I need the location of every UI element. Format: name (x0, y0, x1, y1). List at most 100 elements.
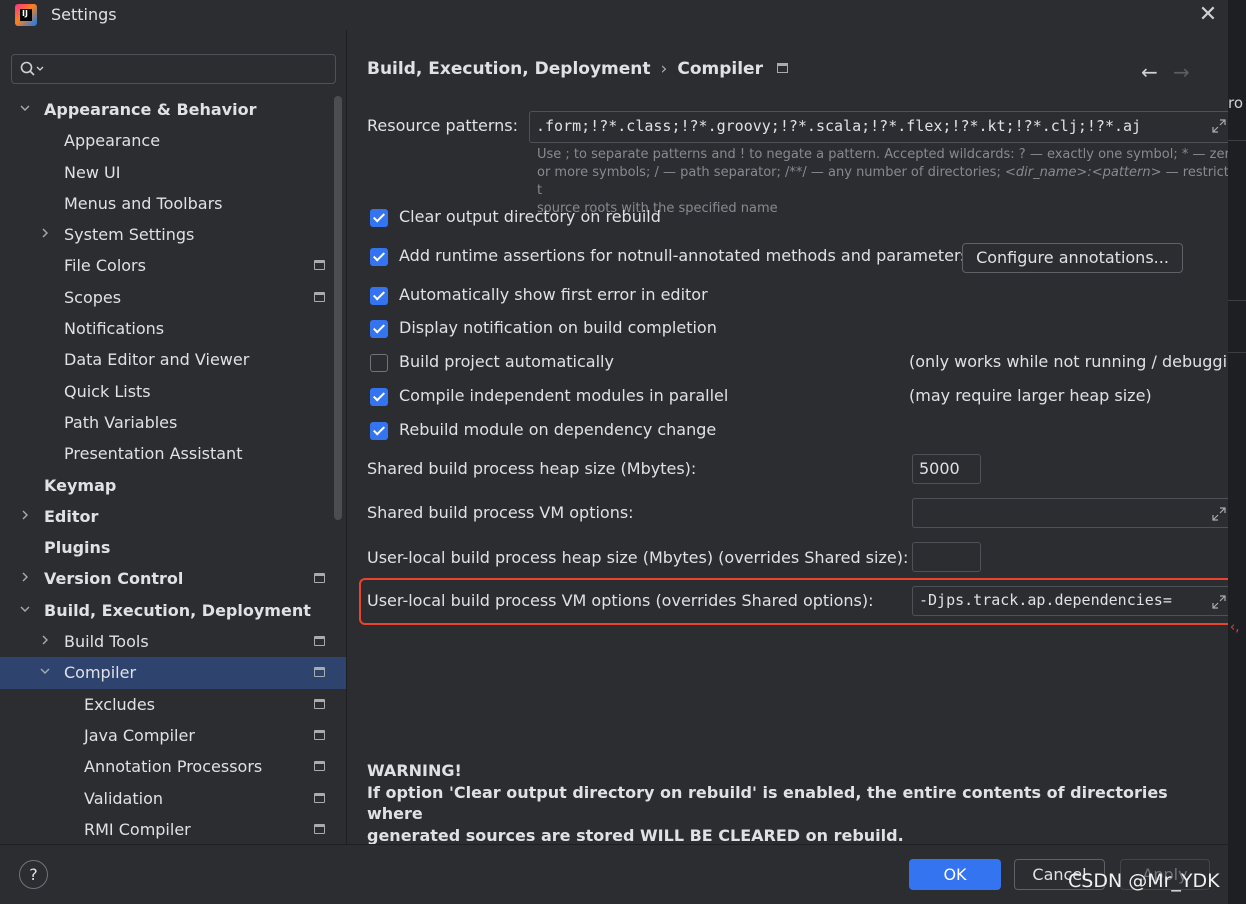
sidebar-item-java-compiler[interactable]: Java Compiler (0, 720, 346, 751)
project-scope-icon (314, 823, 325, 834)
settings-sidebar: Appearance & Behavior Appearance New UI Men… (0, 40, 346, 844)
sidebar-item-label: Version Control (44, 569, 184, 589)
expand-field-icon[interactable] (1211, 118, 1227, 134)
chevron-right-icon[interactable] (18, 563, 32, 594)
settings-search-box[interactable] (11, 54, 336, 84)
project-scope-icon (314, 792, 325, 803)
configure-annotations-button[interactable]: Configure annotations... (962, 243, 1183, 273)
sidebar-item-excludes[interactable]: Excludes (0, 689, 346, 720)
chevron-down-icon[interactable] (18, 595, 32, 626)
runtime-assertions-checkbox[interactable] (370, 248, 388, 266)
chevron-right-icon[interactable] (38, 219, 52, 250)
project-scope-icon (314, 698, 325, 709)
sidebar-item-data-editor-and-viewer[interactable]: Data Editor and Viewer (0, 344, 346, 375)
user-heap-label: User-local build process heap size (Mbyt… (367, 548, 909, 567)
search-options-chevron-icon[interactable] (36, 66, 44, 72)
sidebar-item-keymap[interactable]: Keymap (0, 470, 346, 501)
shared-heap-value: 5000 (919, 459, 960, 478)
title-bar: IJ Settings ✕ (0, 0, 1228, 30)
help-button[interactable]: ? (19, 860, 48, 889)
chevron-down-icon[interactable] (38, 657, 52, 688)
project-scope-icon (314, 573, 325, 584)
sidebar-item-build-tools[interactable]: Build Tools (0, 626, 346, 657)
rebuild-on-dependency-checkbox[interactable] (370, 422, 388, 440)
user-vm-label: User-local build process VM options (ove… (367, 591, 874, 610)
parallel-compile-checkbox[interactable] (370, 388, 388, 406)
sidebar-item-label: Appearance (64, 131, 161, 151)
warning-line-1: If option 'Clear output directory on reb… (367, 782, 1168, 824)
build-notification-checkbox[interactable] (370, 320, 388, 338)
sidebar-item-label: Compiler (64, 663, 137, 683)
sidebar-item-label: Excludes (84, 694, 156, 714)
settings-search-input[interactable] (48, 59, 328, 79)
breadcrumb-current: Compiler (677, 59, 763, 79)
sidebar-item-version-control[interactable]: Version Control (0, 563, 346, 594)
ok-button[interactable]: OK (909, 859, 1001, 890)
build-automatically-checkbox[interactable] (370, 354, 388, 372)
sidebar-item-validation[interactable]: Validation (0, 783, 346, 814)
sidebar-item-build-execution-deployment[interactable]: Build, Execution, Deployment (0, 595, 346, 626)
clear-output-label: Clear output directory on rebuild (399, 207, 661, 226)
sidebar-item-rmi-compiler[interactable]: RMI Compiler (0, 814, 346, 845)
breadcrumb: Build, Execution, Deployment › Compiler (367, 59, 788, 79)
show-first-error-checkbox[interactable] (370, 287, 388, 305)
user-vm-field[interactable]: -Djps.track.ap.dependencies= (912, 586, 1228, 616)
sidebar-item-label: File Colors (64, 256, 146, 276)
shared-heap-field[interactable]: 5000 (912, 454, 981, 484)
expand-field-icon[interactable] (1211, 506, 1227, 522)
user-heap-field[interactable] (912, 542, 981, 572)
sidebar-scrollbar[interactable] (334, 96, 342, 520)
compiler-settings-panel: Build, Execution, Deployment › Compiler ← … (347, 30, 1228, 844)
sidebar-item-new-ui[interactable]: New UI (0, 157, 346, 188)
project-scope-icon (776, 63, 788, 73)
sidebar-item-annotation-processors[interactable]: Annotation Processors (0, 751, 346, 782)
shared-vm-field[interactable] (912, 498, 1228, 528)
sidebar-item-path-variables[interactable]: Path Variables (0, 407, 346, 438)
resource-patterns-field[interactable]: .form;!?*.class;!?*.groovy;!?*.scala;!?*… (529, 111, 1228, 143)
sidebar-item-appearance[interactable]: Appearance (0, 125, 346, 156)
sidebar-item-plugins[interactable]: Plugins (0, 532, 346, 563)
chevron-down-icon[interactable] (18, 94, 32, 125)
sidebar-item-menus-and-toolbars[interactable]: Menus and Toolbars (0, 188, 346, 219)
clear-output-checkbox[interactable] (370, 209, 388, 227)
close-icon[interactable]: ✕ (1196, 2, 1220, 28)
project-scope-icon (314, 260, 325, 271)
background-editor-strip: ro ‹, (1228, 0, 1246, 904)
sidebar-item-editor[interactable]: Editor (0, 501, 346, 532)
sidebar-item-label: Data Editor and Viewer (64, 350, 250, 370)
project-scope-icon (314, 291, 325, 302)
window-title: Settings (51, 5, 117, 24)
sidebar-item-label: Quick Lists (64, 381, 151, 401)
build-automatically-note: (only works while not running / debuggin… (909, 352, 1228, 371)
hint-line-2-part-2: <dir_name>:<pattern> (1004, 165, 1162, 180)
sidebar-item-label: New UI (64, 162, 121, 182)
forward-arrow-icon[interactable]: → (1173, 60, 1190, 84)
user-vm-value: -Djps.track.ap.dependencies= (919, 591, 1172, 609)
expand-field-icon[interactable] (1211, 594, 1227, 610)
sidebar-item-label: Appearance & Behavior (44, 100, 257, 119)
breadcrumb-parent[interactable]: Build, Execution, Deployment (367, 59, 651, 79)
sidebar-item-compiler[interactable]: Compiler (0, 657, 346, 689)
sidebar-item-label: RMI Compiler (84, 819, 191, 839)
sidebar-item-label: Build Tools (64, 632, 149, 652)
sidebar-item-notifications[interactable]: Notifications (0, 313, 346, 344)
chevron-right-icon[interactable] (38, 626, 52, 657)
sidebar-item-file-colors[interactable]: File Colors (0, 250, 346, 281)
rebuild-on-dependency-label: Rebuild module on dependency change (399, 420, 717, 439)
hint-line-2-part-1: or more symbols; / — path separator; /**… (537, 165, 1005, 180)
sidebar-item-presentation-assistant[interactable]: Presentation Assistant (0, 438, 346, 469)
sidebar-item-label: Menus and Toolbars (64, 193, 223, 213)
build-automatically-label: Build project automatically (399, 352, 614, 371)
back-arrow-icon[interactable]: ← (1141, 60, 1158, 84)
sidebar-item-label: Scopes (64, 287, 122, 307)
sidebar-item-scopes[interactable]: Scopes (0, 282, 346, 313)
background-divider (1228, 352, 1246, 353)
settings-tree: Appearance & Behavior Appearance New UI Men… (0, 94, 346, 845)
sidebar-item-appearance-behavior[interactable]: Appearance & Behavior (0, 94, 346, 125)
chevron-right-icon[interactable] (18, 501, 32, 532)
sidebar-item-label: Editor (44, 506, 99, 526)
sidebar-item-label: Path Variables (64, 412, 178, 432)
sidebar-item-quick-lists[interactable]: Quick Lists (0, 376, 346, 407)
sidebar-item-label: Build, Execution, Deployment (44, 600, 311, 620)
sidebar-item-system-settings[interactable]: System Settings (0, 219, 346, 250)
